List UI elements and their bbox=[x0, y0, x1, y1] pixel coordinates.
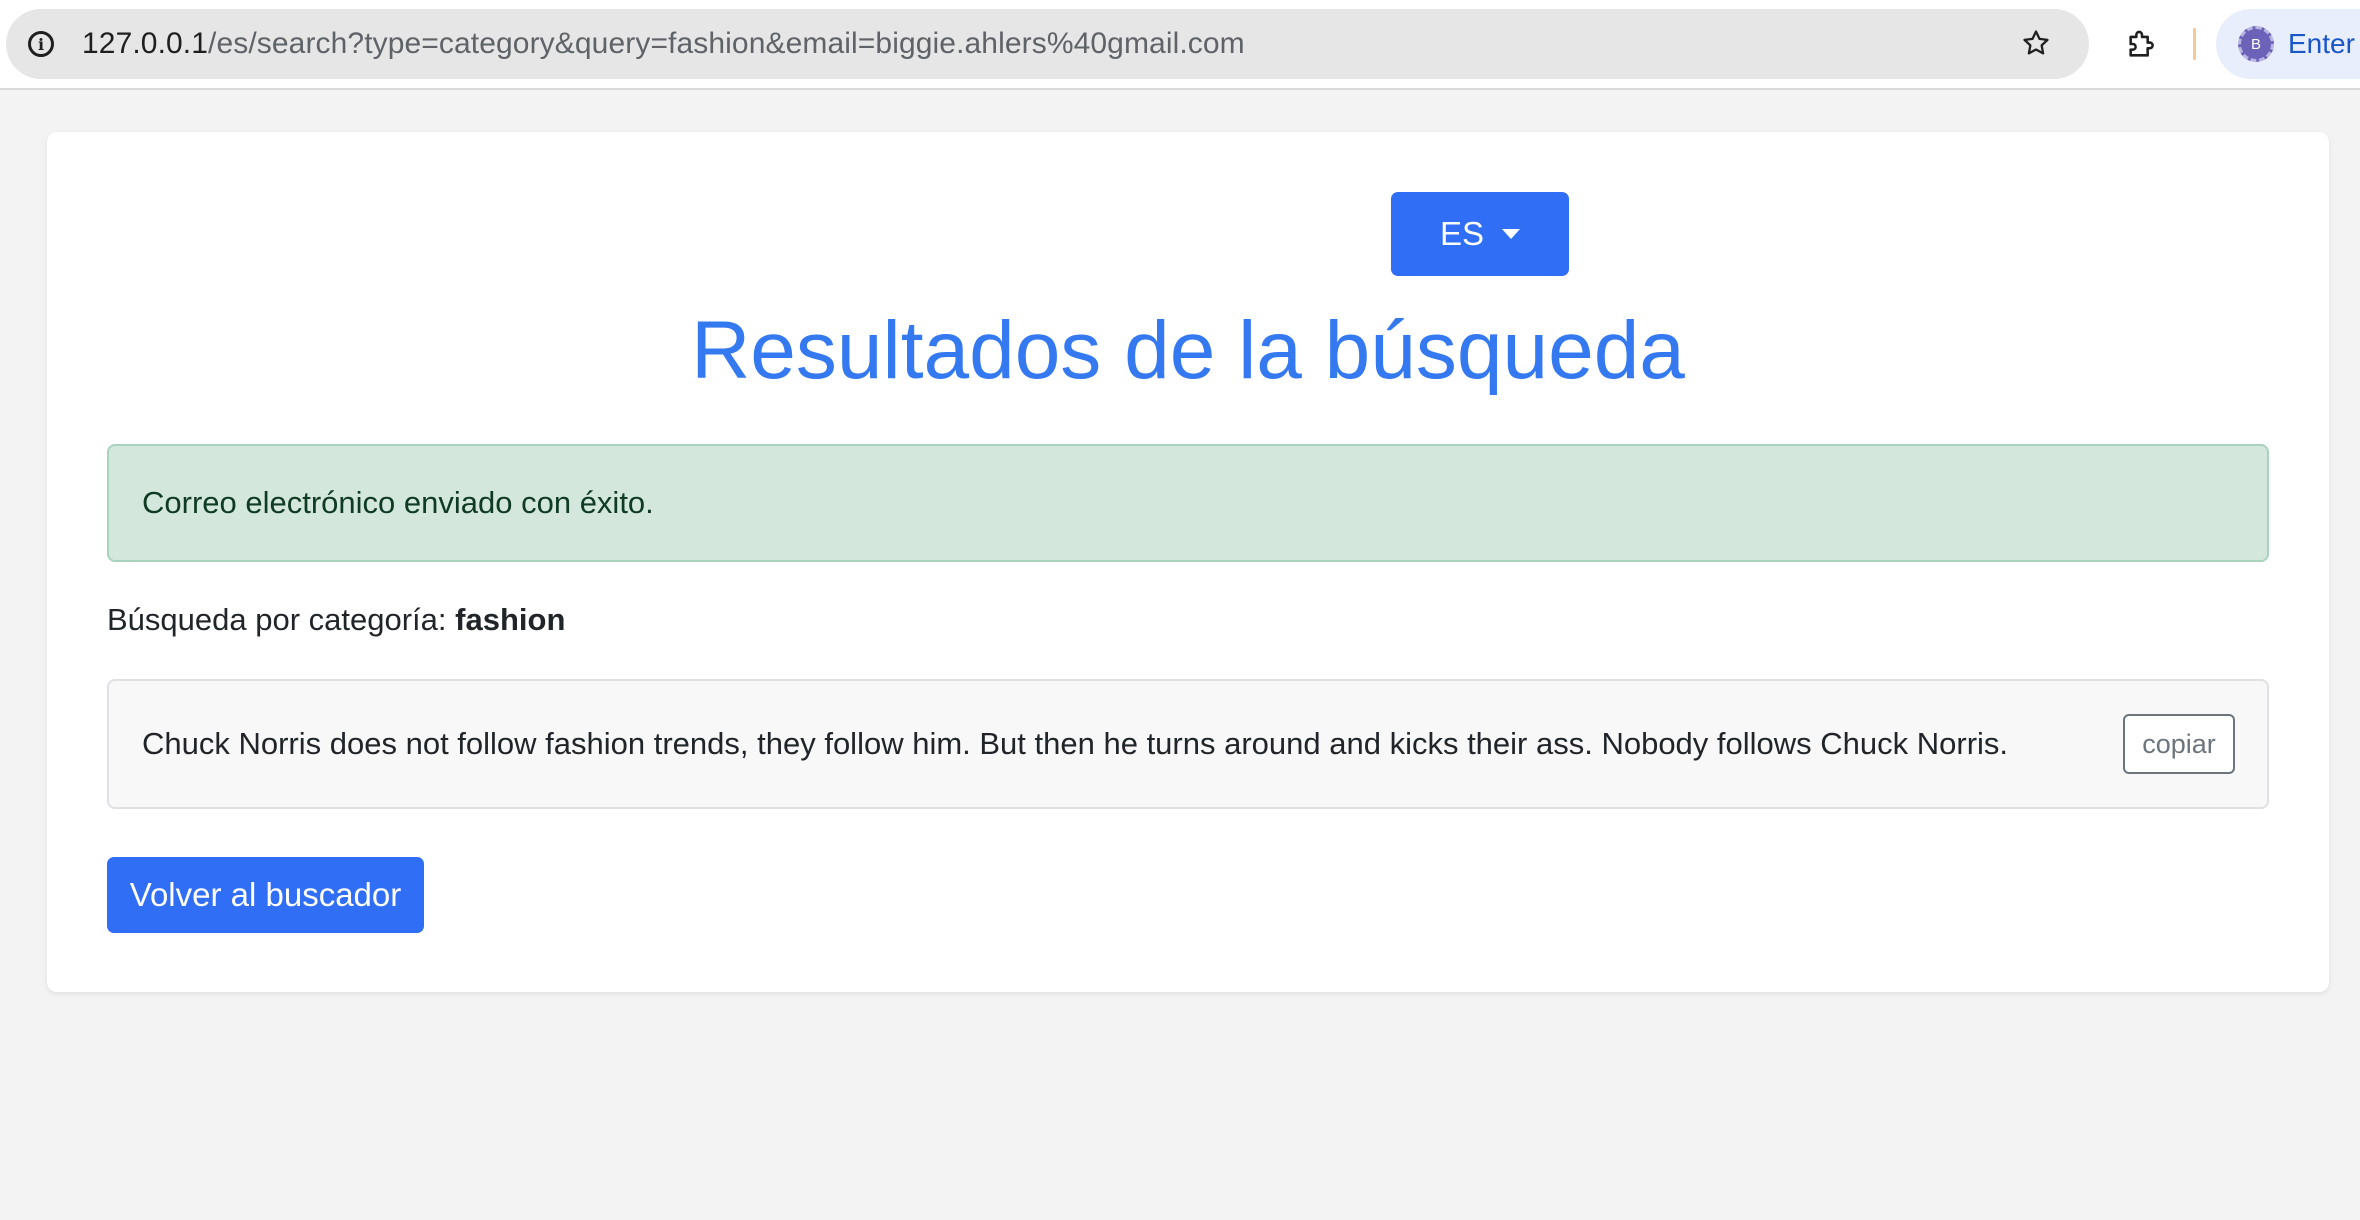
site-info-button[interactable]: i bbox=[12, 15, 70, 73]
copy-button[interactable]: copiar bbox=[2123, 714, 2235, 774]
back-to-search-button[interactable]: Volver al buscador bbox=[107, 857, 424, 933]
language-label: ES bbox=[1439, 215, 1485, 252]
success-alert: Correo electrónico enviado con éxito. bbox=[107, 444, 2269, 562]
url-path: /es/search?type=category&query=fashion&e… bbox=[208, 27, 1245, 60]
info-icon: i bbox=[28, 31, 54, 57]
toolbar-divider bbox=[2193, 28, 2196, 60]
language-dropdown-button[interactable]: ES bbox=[1391, 192, 1569, 276]
page-title: Resultados de la búsqueda bbox=[691, 305, 1685, 396]
avatar: B bbox=[2238, 26, 2274, 62]
search-term: fashion bbox=[455, 602, 566, 637]
result-text: Chuck Norris does not follow fashion tre… bbox=[142, 726, 2009, 761]
search-prefix: Búsqueda por categoría: bbox=[107, 602, 447, 637]
alert-message: Correo electrónico enviado con éxito. bbox=[142, 485, 654, 520]
results-card: ES Resultados de la búsqueda Correo elec… bbox=[47, 132, 2329, 992]
search-summary: Búsqueda por categoría: fashion bbox=[107, 602, 565, 638]
url-text[interactable]: 127.0.0.1/es/search?type=category&query=… bbox=[82, 27, 1245, 61]
profile-label: Enter bbox=[2288, 28, 2355, 59]
url-host: 127.0.0.1 bbox=[82, 27, 209, 60]
address-bar[interactable]: i 127.0.0.1/es/search?type=category&quer… bbox=[6, 9, 2089, 79]
browser-toolbar: i 127.0.0.1/es/search?type=category&quer… bbox=[0, 0, 2360, 90]
profile-button[interactable]: B Enter bbox=[2216, 9, 2360, 79]
result-item: Chuck Norris does not follow fashion tre… bbox=[107, 679, 2269, 809]
extensions-puzzle-icon[interactable] bbox=[2118, 20, 2166, 68]
bookmark-star-icon[interactable] bbox=[2013, 20, 2059, 66]
caret-down-icon bbox=[1502, 229, 1521, 239]
